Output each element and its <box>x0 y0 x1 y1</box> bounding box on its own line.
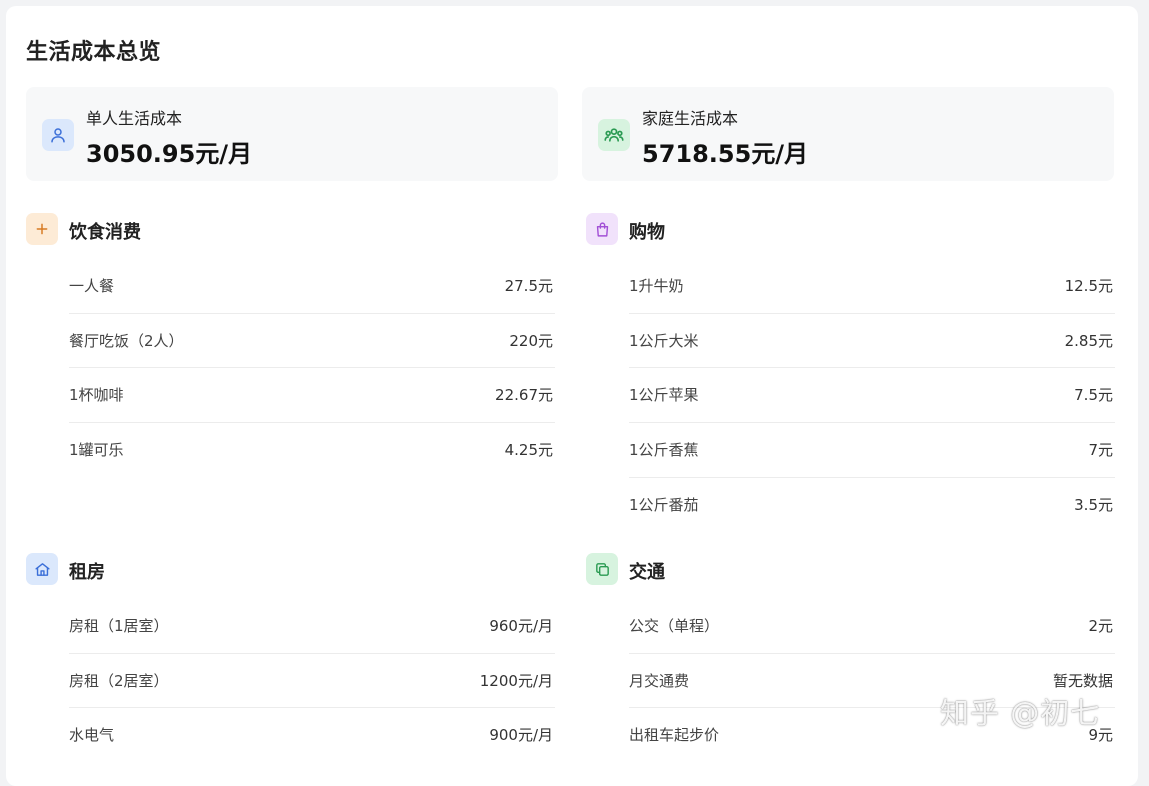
cost-overview-card: 生活成本总览 单人生活成本 3050.95元/月 家庭生活成本 5718.55元… <box>6 6 1138 786</box>
item-name: 出租车起步价 <box>629 726 720 745</box>
summary-single-cost: 单人生活成本 3050.95元/月 <box>26 87 558 181</box>
copy-icon <box>586 553 618 585</box>
item-name: 1升牛奶 <box>629 277 684 295</box>
users-icon <box>598 119 630 151</box>
item-list: 公交（单程） 2元 月交通费 暂无数据 出租车起步价 9元 <box>629 599 1115 763</box>
list-item: 一人餐 27.5元 <box>69 259 555 314</box>
item-value: 4.25元 <box>504 441 553 460</box>
section-title: 交通 <box>629 562 665 583</box>
summary-value: 5718.55元/月 <box>642 140 809 168</box>
summary-value: 3050.95元/月 <box>86 140 253 168</box>
item-name: 水电气 <box>69 726 115 745</box>
item-name: 公交（单程） <box>629 617 720 635</box>
summary-family-cost: 家庭生活成本 5718.55元/月 <box>582 87 1114 181</box>
list-item: 房租（1居室） 960元/月 <box>69 599 555 654</box>
item-name: 1公斤苹果 <box>629 386 699 405</box>
list-item: 1公斤香蕉 7元 <box>629 423 1115 478</box>
item-value: 7元 <box>1088 441 1113 460</box>
list-item: 1杯咖啡 22.67元 <box>69 368 555 424</box>
item-list: 1升牛奶 12.5元 1公斤大米 2.85元 1公斤苹果 7.5元 1公斤香蕉 … <box>629 259 1115 532</box>
item-list: 房租（1居室） 960元/月 房租（2居室） 1200元/月 水电气 900元/… <box>69 599 555 763</box>
summary-label: 单人生活成本 <box>86 109 183 128</box>
item-name: 房租（1居室） <box>69 617 169 635</box>
list-item: 公交（单程） 2元 <box>629 599 1115 654</box>
home-icon <box>26 553 58 585</box>
plus-icon <box>26 213 58 245</box>
user-icon <box>42 119 74 151</box>
item-value: 12.5元 <box>1064 277 1113 295</box>
item-name: 房租（2居室） <box>69 671 169 690</box>
shopping-bag-icon <box>586 213 618 245</box>
summary-label: 家庭生活成本 <box>642 109 739 128</box>
item-value: 2.85元 <box>1064 331 1113 350</box>
list-item: 1罐可乐 4.25元 <box>69 423 555 478</box>
section-title: 租房 <box>69 562 105 583</box>
list-item: 水电气 900元/月 <box>69 708 555 763</box>
item-value: 2元 <box>1088 617 1113 635</box>
watermark: 知乎 @初七 <box>940 696 1101 730</box>
list-item: 房租（2居室） 1200元/月 <box>69 654 555 709</box>
item-value: 22.67元 <box>495 386 553 405</box>
item-name: 1公斤香蕉 <box>629 441 699 460</box>
item-name: 月交通费 <box>629 671 690 690</box>
item-name: 1公斤番茄 <box>629 495 699 514</box>
list-item: 1公斤苹果 7.5元 <box>629 368 1115 424</box>
list-item: 1升牛奶 12.5元 <box>629 259 1115 314</box>
list-item: 餐厅吃饭（2人） 220元 <box>69 314 555 369</box>
item-value: 900元/月 <box>489 726 553 745</box>
item-list: 一人餐 27.5元 餐厅吃饭（2人） 220元 1杯咖啡 22.67元 1罐可乐… <box>69 259 555 478</box>
item-name: 1罐可乐 <box>69 441 124 460</box>
item-name: 1公斤大米 <box>629 331 699 350</box>
section-title: 饮食消费 <box>69 222 141 243</box>
item-value: 3.5元 <box>1074 495 1113 514</box>
item-name: 餐厅吃饭（2人） <box>69 331 184 350</box>
item-value: 7.5元 <box>1074 386 1113 405</box>
item-value: 1200元/月 <box>479 671 553 690</box>
item-name: 一人餐 <box>69 277 115 295</box>
item-value: 220元 <box>509 331 553 350</box>
item-value: 960元/月 <box>489 617 553 635</box>
item-value: 暂无数据 <box>1052 671 1113 690</box>
item-value: 27.5元 <box>504 277 553 295</box>
item-name: 1杯咖啡 <box>69 386 124 405</box>
list-item: 1公斤大米 2.85元 <box>629 314 1115 369</box>
list-item: 1公斤番茄 3.5元 <box>629 478 1115 533</box>
section-title: 购物 <box>629 222 665 243</box>
page-title: 生活成本总览 <box>26 40 162 65</box>
